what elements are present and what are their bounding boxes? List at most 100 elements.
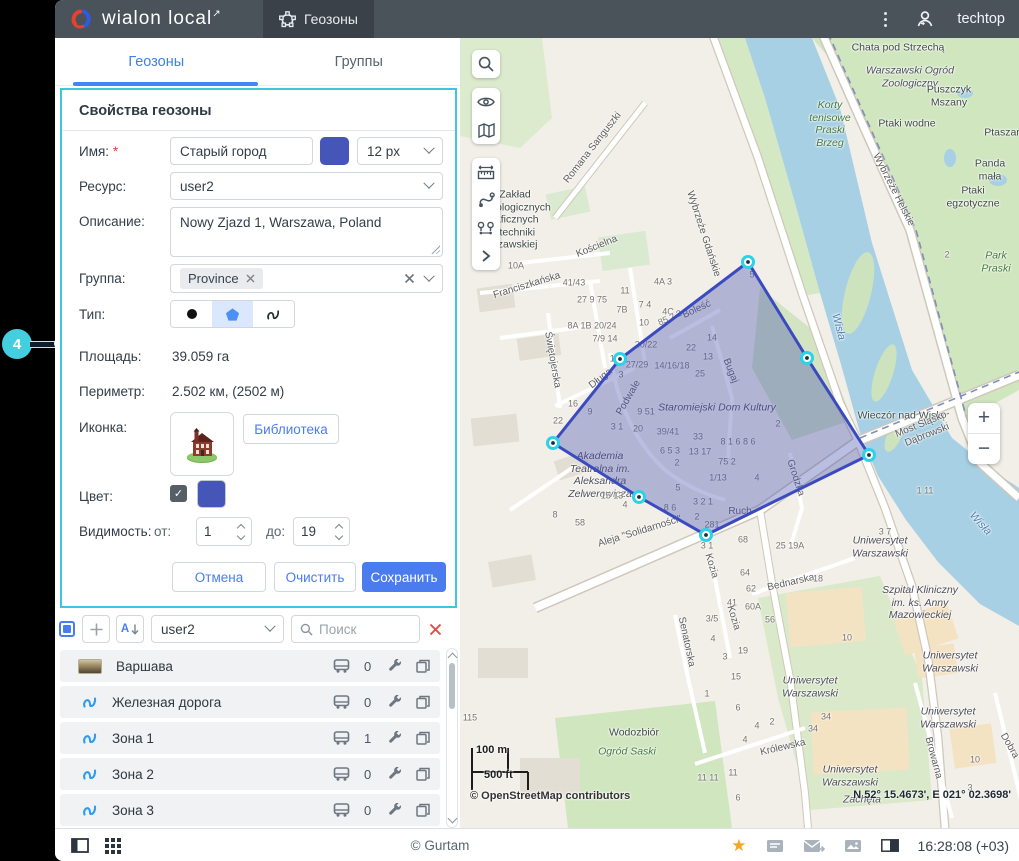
search-input[interactable] (319, 621, 411, 637)
save-button[interactable]: Сохранить (362, 562, 446, 592)
cursor-coordinates: N 52° 15.4673', E 021° 02.3698' (853, 789, 1011, 801)
type-circle-option[interactable] (171, 301, 212, 327)
geofence-list-row[interactable]: Варшава 0 (60, 650, 440, 682)
close-search-icon[interactable] (429, 623, 442, 636)
geofence-list-row[interactable]: ✓Зона 11 (60, 722, 440, 754)
tab-geofences[interactable]: Геозоны (55, 38, 258, 86)
geofence-list-row[interactable]: ✓Зона 30 (60, 794, 440, 826)
line-geofence-icon (83, 805, 97, 816)
visibility-button[interactable] (472, 88, 500, 116)
geofence-icon-preview[interactable] (170, 412, 234, 476)
list-scrollbar[interactable] (446, 648, 458, 828)
menu-kebab-icon[interactable] (878, 8, 893, 31)
expand-tools-button[interactable] (472, 242, 500, 270)
edit-wrench-icon[interactable] (388, 731, 402, 745)
geofence-thumbnail (78, 658, 102, 674)
description-textarea[interactable]: Nowy Zjazd 1, Warszawa, Poland (170, 207, 443, 257)
layout-mode-icon[interactable] (880, 839, 899, 852)
geofence-vertex-handle[interactable] (867, 453, 871, 457)
resize-grip[interactable] (430, 244, 440, 254)
type-line-option[interactable] (253, 301, 294, 327)
copy-icon[interactable] (416, 695, 430, 709)
geofence-vertex-handle[interactable] (746, 260, 750, 264)
chevron-down-icon (423, 270, 435, 282)
geofence-vertex-handle[interactable] (704, 533, 708, 537)
geofence-vertex-handle[interactable] (551, 441, 555, 445)
username[interactable]: techtop (957, 11, 1005, 27)
mail-icon[interactable] (803, 839, 825, 853)
plus-icon (90, 623, 102, 635)
chevron-down-icon (264, 620, 276, 632)
geofence-vertex-handle[interactable] (618, 357, 622, 361)
geofences-panel: Геозоны Группы Свойства геозоны Имя: * 1… (55, 38, 460, 828)
copy-icon[interactable] (416, 803, 430, 817)
units-count: 0 (364, 766, 372, 782)
notifications-icon[interactable] (766, 839, 784, 853)
geofence-name: Варшава (116, 658, 173, 674)
map-source-button[interactable] (472, 116, 500, 144)
edit-wrench-icon[interactable] (388, 803, 402, 817)
routing-button[interactable] (472, 186, 500, 214)
map-tools-control (472, 158, 500, 270)
library-button[interactable]: Библиотека (243, 414, 339, 444)
route-icon (478, 192, 495, 208)
to-label: до: (266, 524, 286, 539)
divider (62, 130, 455, 131)
clear-selection-icon[interactable] (404, 273, 415, 284)
copy-icon[interactable] (416, 731, 430, 745)
group-multiselect[interactable]: Province (170, 264, 443, 293)
icon-label: Иконка: (79, 420, 128, 435)
map-search-button[interactable] (472, 50, 500, 78)
nearest-units-button[interactable] (472, 214, 500, 242)
visibility-to-stepper[interactable]: 19 (293, 517, 350, 546)
app-tab-geofences[interactable]: Геозоны (263, 0, 374, 38)
favorites-star-icon[interactable]: ★ (731, 836, 746, 856)
type-polygon-option[interactable] (212, 301, 253, 327)
geofence-polygon[interactable] (550, 259, 872, 537)
map-attribution: © OpenStreetMap contributors (470, 790, 631, 802)
geofence-vertex-handle[interactable] (805, 356, 809, 360)
zoom-in-button[interactable]: + (968, 403, 1000, 433)
color-checkbox[interactable]: ✓ (170, 485, 187, 502)
label-color-swatch[interactable] (320, 137, 349, 165)
eye-icon (477, 97, 495, 107)
geofence-color-swatch[interactable] (197, 480, 226, 508)
user-icon[interactable] (915, 9, 935, 29)
tab-groups[interactable]: Группы (258, 38, 461, 86)
sort-button[interactable]: A (116, 615, 144, 643)
resource-filter-select[interactable]: user2 (151, 615, 284, 643)
geofence-list-row[interactable]: ✓Зона 20 (60, 758, 440, 790)
stepper-arrows-icon[interactable] (334, 523, 344, 540)
apps-grid-icon[interactable] (105, 837, 121, 854)
geofence-list-row[interactable]: ✓Железная дорога0 (60, 686, 440, 718)
copy-icon[interactable] (416, 767, 430, 781)
edit-wrench-icon[interactable] (388, 659, 402, 673)
group-chip[interactable]: Province (180, 268, 263, 289)
edit-wrench-icon[interactable] (388, 767, 402, 781)
text-size-select[interactable]: 12 px (357, 137, 443, 165)
toggle-sidebar-icon[interactable] (71, 838, 89, 853)
stepper-arrows-icon[interactable] (236, 523, 246, 540)
geofence-vertex-handle[interactable] (637, 495, 641, 499)
media-icon[interactable] (844, 839, 862, 853)
resource-select[interactable]: user2 (170, 172, 443, 200)
name-input[interactable] (170, 137, 313, 165)
zoom-control: + − (968, 403, 1000, 464)
arrow-down-icon (131, 624, 139, 635)
geofence-icon (279, 10, 296, 27)
visibility-from-stepper[interactable]: 1 (196, 517, 252, 546)
clear-button[interactable]: Очистить (274, 562, 356, 592)
chevron-down-icon (423, 177, 435, 189)
polygon-type-icon (225, 307, 240, 321)
cancel-button[interactable]: Отмена (172, 562, 266, 592)
geofence-type-segment (170, 300, 295, 328)
copy-icon[interactable] (416, 659, 430, 673)
select-all-checkbox[interactable] (59, 621, 75, 637)
perimeter-value: 2.502 км, (2502 м) (172, 384, 285, 399)
remove-chip-icon[interactable] (246, 274, 255, 283)
measure-distance-button[interactable] (472, 158, 500, 186)
map[interactable]: Chata pod Strzechą Warszawski Ogród Zoolo… (460, 38, 1019, 828)
add-geofence-button[interactable] (82, 615, 110, 643)
edit-wrench-icon[interactable] (388, 695, 402, 709)
zoom-out-button[interactable]: − (968, 434, 1000, 464)
